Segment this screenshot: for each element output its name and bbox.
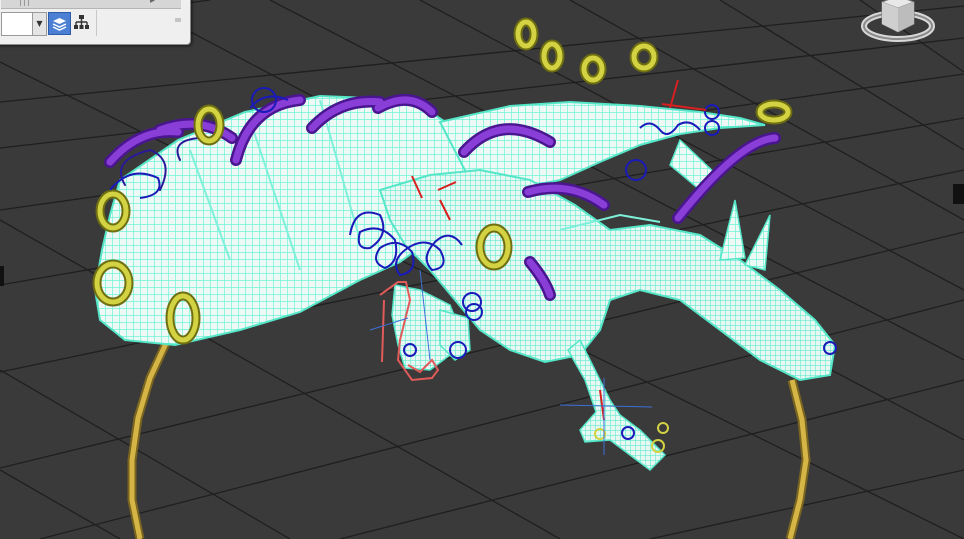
layers-icon[interactable] <box>48 12 71 35</box>
chevron-down-icon[interactable]: ▼ <box>32 12 47 36</box>
hierarchy-icon[interactable] <box>71 12 92 33</box>
chevron-right-icon[interactable]: ▸ <box>150 0 155 6</box>
panel-resize-grip[interactable] <box>175 9 183 22</box>
floating-toolbar: ||| ▸ ▼ <box>0 0 191 45</box>
slider-grip[interactable]: ||| <box>19 0 31 7</box>
toolbar-slider[interactable]: ||| ▸ <box>1 0 181 9</box>
toolbar-separator <box>96 10 97 36</box>
viewport-3d[interactable] <box>0 0 964 539</box>
viewcube-icon[interactable] <box>858 0 936 46</box>
layer-dropdown-field[interactable] <box>1 12 32 36</box>
